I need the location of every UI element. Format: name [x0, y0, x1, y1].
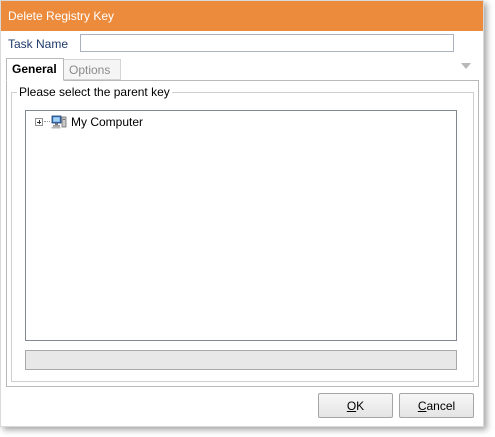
tab-list-dropdown-icon[interactable] [461, 63, 471, 69]
tree-node-label: My Computer [71, 115, 144, 129]
cancel-button[interactable]: Cancel [399, 393, 474, 418]
ok-mnemonic: O [346, 399, 357, 413]
tab-general-label: General [12, 62, 57, 76]
selected-key-status-bar [25, 350, 457, 370]
window-title: Delete Registry Key [8, 9, 115, 23]
ok-button[interactable]: OK [318, 393, 393, 418]
cancel-label-rest: ancel [426, 399, 456, 413]
tree-node-my-computer[interactable]: My Computer [35, 114, 143, 130]
tab-options-label: Options [69, 63, 111, 77]
title-bar: Delete Registry Key [1, 1, 483, 31]
tab-panel-general: Please select the parent key My Computer [6, 80, 479, 387]
expand-plus-icon[interactable] [35, 118, 43, 126]
dialog-window: Delete Registry Key Task Name General Op… [0, 0, 484, 427]
groupbox-caption: Please select the parent key [17, 85, 172, 99]
tab-options[interactable]: Options [64, 59, 121, 80]
tree-connector [44, 121, 50, 123]
task-name-input[interactable] [80, 34, 454, 52]
tab-general[interactable]: General [6, 58, 64, 81]
task-name-label: Task Name [8, 37, 69, 51]
ok-label-rest: K [356, 399, 365, 413]
parent-key-groupbox: Please select the parent key My Computer [11, 85, 474, 382]
registry-tree-view[interactable]: My Computer [25, 110, 457, 341]
computer-icon [51, 115, 67, 129]
